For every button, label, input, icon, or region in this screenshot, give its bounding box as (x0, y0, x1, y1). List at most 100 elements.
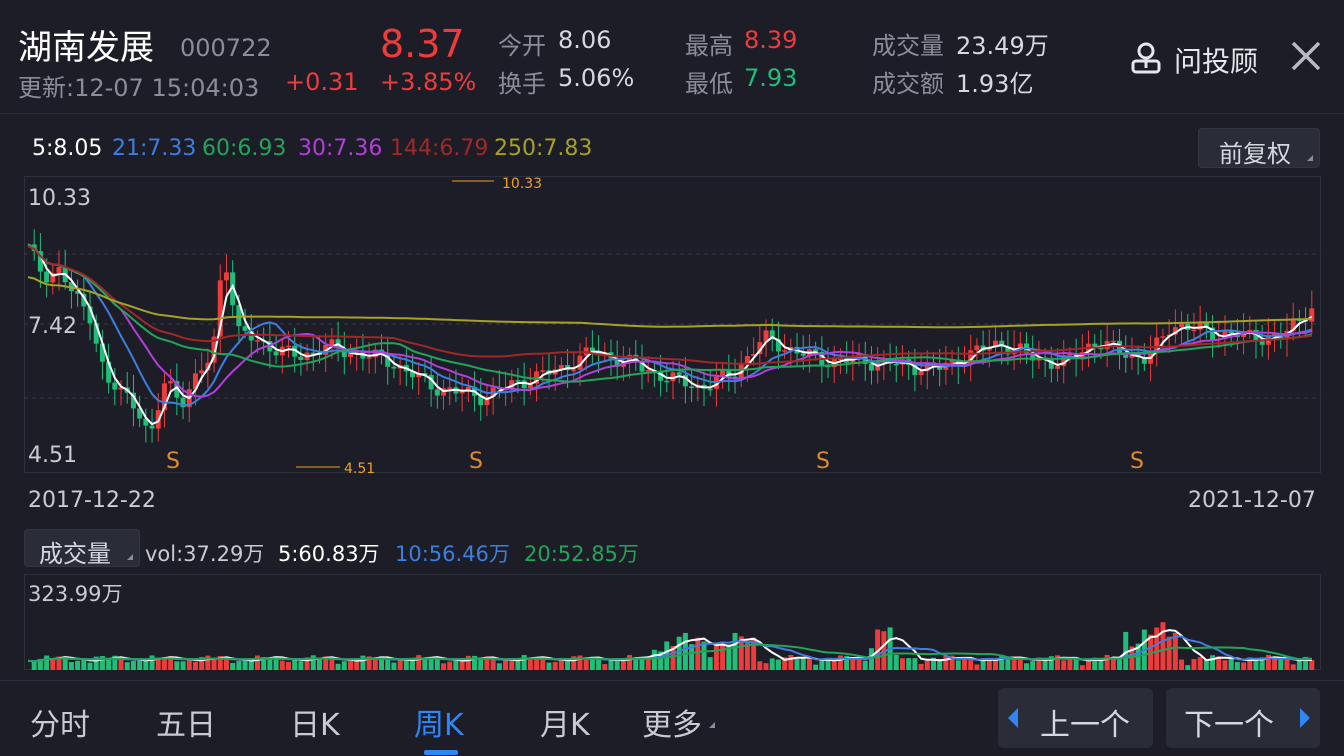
candle-body (298, 356, 304, 360)
volume-bar (1030, 661, 1036, 670)
dropdown-corner-icon (127, 554, 133, 560)
volume-bar (850, 659, 856, 670)
volume-bar (695, 637, 701, 670)
vol-ma10: 10:56.46万 (395, 542, 510, 566)
volume-bar (1272, 658, 1278, 670)
min-price-marker: 4.51 (344, 461, 376, 477)
volume-bar (819, 660, 825, 670)
ask-advisor-button[interactable]: 问投顾 (1128, 38, 1298, 78)
candle-body (689, 386, 695, 389)
volume-bar (1061, 660, 1067, 670)
volume-bar (521, 655, 527, 670)
volume-bar (769, 658, 775, 670)
volume-bar (565, 661, 571, 670)
candle-body (254, 340, 260, 342)
open-label: 今开 (498, 32, 546, 60)
volume-bar (608, 659, 614, 670)
next-stock-button[interactable]: 下一个 (1166, 688, 1320, 748)
low-value: 7.93 (744, 64, 798, 92)
volume-bar (1011, 658, 1017, 670)
candle-body (391, 366, 397, 369)
ma250-legend: 250:7.83 (494, 136, 593, 161)
adjust-dropdown[interactable]: 前复权 (1198, 128, 1320, 168)
prev-stock-button[interactable]: 上一个 (998, 688, 1153, 748)
volume-bar (335, 663, 341, 670)
volume-bar (639, 658, 645, 670)
prev-stock-label: 上一个 (1040, 708, 1130, 743)
volume-bar (441, 663, 447, 670)
stock-name: 湖南发展 (18, 28, 154, 68)
volume-bar (974, 664, 980, 670)
volume-bar (341, 661, 347, 670)
y-label-low: 4.51 (28, 443, 77, 468)
volume-bar (137, 660, 143, 670)
max-price-marker: 10.33 (502, 176, 543, 192)
volume-bar (775, 659, 781, 670)
volume-bar (478, 659, 484, 670)
tab-intraday[interactable]: 分时 (30, 700, 90, 744)
candle-body (329, 339, 335, 345)
ask-advisor-label: 问投顾 (1174, 45, 1259, 78)
volume-bar (627, 655, 633, 670)
chevron-right-icon (1300, 708, 1310, 728)
volume-chart[interactable] (24, 574, 1321, 670)
volume-label: 成交量 (872, 32, 944, 60)
volume-bar (285, 661, 291, 670)
high-label: 最高 (685, 32, 733, 60)
open-value: 8.06 (558, 26, 612, 54)
volume-bar (1117, 659, 1123, 670)
candle-body (1055, 366, 1061, 369)
volume-bar (602, 664, 608, 670)
candle-body (664, 380, 670, 383)
volume-bar (862, 660, 868, 670)
tab-weekly-k[interactable]: 周K (414, 700, 464, 744)
volume-bar (403, 660, 409, 670)
volume-bar (800, 657, 806, 670)
volume-bar (546, 662, 552, 670)
volume-bar (1191, 659, 1197, 670)
volume-bar (999, 654, 1005, 670)
volume-bar (81, 660, 87, 670)
ma5-legend: 5:8.05 (32, 136, 103, 161)
candle-body (1197, 322, 1203, 330)
volume-bar (397, 659, 403, 670)
candle-body (707, 388, 713, 391)
volume-bar (242, 660, 248, 670)
volume-bar (87, 662, 93, 670)
volume-bar (968, 660, 974, 670)
volume-bar (1079, 665, 1085, 670)
candle-body (868, 363, 874, 371)
candle-body (974, 345, 980, 351)
volume-indicator-dropdown[interactable]: 成交量 (24, 529, 140, 568)
volume-bar (44, 655, 50, 670)
quote-header: 湖南发展 000722 更新:12-07 15:04:03 8.37 +0.31… (0, 0, 1344, 112)
tab-monthly-k[interactable]: 月K (540, 700, 590, 744)
close-icon[interactable] (1290, 40, 1322, 72)
volume-bar (1284, 659, 1290, 670)
volume-bar (348, 659, 353, 670)
volume-bar (596, 658, 602, 670)
more-dropdown-icon (709, 722, 715, 728)
candle-body (1160, 336, 1166, 338)
stock-code: 000722 (180, 34, 272, 62)
tab-five-day[interactable]: 五日 (156, 700, 216, 744)
volume-bar (211, 659, 217, 670)
volume-bar (385, 660, 391, 670)
volume-bar (279, 660, 285, 670)
candle-body (447, 387, 453, 389)
volume-bar (186, 659, 192, 670)
volume-max-label: 323.99万 (28, 582, 123, 606)
turnover-value: 5.06% (558, 64, 635, 92)
volume-bar (651, 649, 657, 670)
tab-daily-k[interactable]: 日K (290, 700, 340, 744)
candle-body (112, 382, 118, 390)
volume-bar (682, 632, 688, 670)
volume-bar (248, 660, 254, 670)
volume-bar (31, 661, 37, 670)
kline-chart[interactable] (24, 176, 1321, 473)
volume-bar (1203, 659, 1209, 670)
tab-more[interactable]: 更多 (642, 700, 702, 744)
volume-bar (124, 662, 130, 670)
volume-bar (1241, 662, 1247, 670)
volume-bar (496, 663, 502, 670)
